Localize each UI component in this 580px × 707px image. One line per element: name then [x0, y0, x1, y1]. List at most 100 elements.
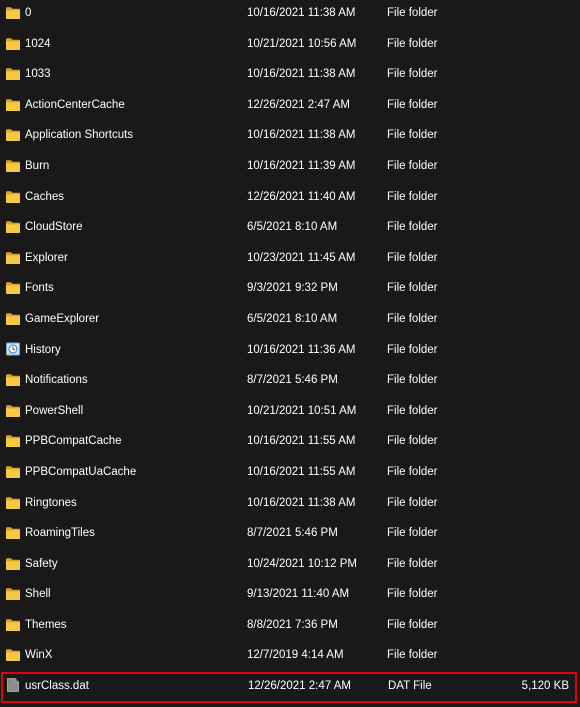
file-row[interactable]: Fonts 9/3/2021 9:32 PM File folder — [0, 274, 580, 305]
file-type: DAT File — [388, 680, 432, 693]
file-date-modified: 10/16/2021 11:38 AM — [247, 496, 356, 509]
file-date-modified: 12/26/2021 11:40 AM — [247, 190, 356, 203]
file-date-modified: 10/16/2021 11:39 AM — [247, 159, 356, 172]
file-date-modified: 10/21/2021 10:56 AM — [247, 37, 357, 50]
folder-icon — [6, 221, 20, 234]
file-type: File folder — [387, 251, 438, 264]
folder-icon — [6, 7, 20, 19]
file-list: 0 10/16/2021 11:38 AM File folder 1024 10/21… — [0, 0, 580, 703]
file-date-modified: 10/16/2021 11:38 AM — [247, 68, 356, 81]
file-row[interactable]: RoamingTiles 8/7/2021 5:46 PM File folder — [0, 519, 580, 550]
file-row[interactable]: PPBCompatUaCache 10/16/2021 11:55 AM File … — [0, 458, 580, 489]
file-name: PPBCompatCache — [25, 435, 122, 448]
file-date-modified: 10/21/2021 10:51 AM — [247, 404, 357, 417]
folder-icon — [6, 557, 20, 570]
file-date-modified: 12/26/2021 2:47 AM — [248, 680, 351, 693]
file-type: File folder — [387, 7, 438, 19]
folder-icon — [6, 313, 20, 325]
file-row[interactable]: 1024 10/21/2021 10:56 AM File folder — [0, 30, 580, 61]
file-name: GameExplorer — [25, 312, 100, 325]
folder-icon — [6, 37, 20, 50]
file-name: Ringtones — [25, 496, 77, 509]
file-name: Shell — [25, 588, 51, 601]
file-type: File folder — [387, 312, 438, 325]
file-date-modified: 12/26/2021 2:47 AM — [247, 98, 350, 111]
file-type: File folder — [387, 496, 438, 509]
file-row[interactable]: 0 10/16/2021 11:38 AM File folder — [0, 0, 580, 30]
file-name: History — [25, 343, 61, 356]
file-row[interactable]: Caches 12/26/2021 11:40 AM File folder — [0, 183, 580, 214]
file-name: Burn — [25, 159, 50, 172]
file-name: 0 — [25, 7, 32, 19]
file-type: File folder — [387, 343, 438, 356]
file-row[interactable]: Burn 10/16/2021 11:39 AM File folder — [0, 152, 580, 183]
file-type: File folder — [387, 282, 438, 295]
file-row[interactable]: PowerShell 10/21/2021 10:51 AM File folder — [0, 397, 580, 428]
file-row[interactable]: Notifications 8/7/2021 5:46 PM File folder — [0, 366, 580, 397]
file-icon — [7, 678, 21, 692]
file-row[interactable]: Themes 8/8/2021 7:36 PM File folder — [0, 611, 580, 642]
folder-icon — [6, 649, 20, 662]
file-date-modified: 12/7/2019 4:14 AM — [247, 649, 344, 662]
folder-icon — [6, 619, 20, 631]
file-date-modified: 6/5/2021 8:10 AM — [247, 312, 338, 325]
file-type: File folder — [387, 527, 438, 540]
file-row[interactable]: Explorer 10/23/2021 11:45 AM File folder — [0, 244, 580, 275]
folder-icon — [6, 160, 20, 172]
file-name: PowerShell — [25, 404, 84, 417]
file-name: CloudStore — [25, 221, 83, 234]
file-name: RoamingTiles — [25, 527, 95, 540]
file-size: 5,120 KB — [521, 680, 569, 693]
file-row-selected[interactable]: usrClass.dat 12/26/2021 2:47 AM DAT File 5,… — [1, 672, 577, 703]
file-row[interactable]: Safety 10/24/2021 10:12 PM File folder — [0, 550, 580, 581]
file-name: Application Shortcuts — [25, 129, 134, 142]
file-name: 1033 — [25, 68, 51, 81]
folder-icon — [6, 374, 20, 387]
file-row[interactable]: WinX 12/7/2019 4:14 AM File folder — [0, 641, 580, 672]
file-name: Notifications — [25, 374, 88, 387]
folder-icon — [6, 68, 20, 81]
file-type: File folder — [387, 404, 438, 417]
folder-icon — [6, 496, 20, 509]
file-type: File folder — [387, 98, 438, 111]
file-row[interactable]: ActionCenterCache 12/26/2021 2:47 AM File … — [0, 91, 580, 122]
file-date-modified: 6/5/2021 8:10 AM — [247, 221, 338, 234]
file-date-modified: 9/13/2021 11:40 AM — [247, 588, 350, 601]
folder-icon — [6, 435, 20, 448]
folder-icon — [6, 282, 20, 295]
file-date-modified: 8/7/2021 5:46 PM — [247, 374, 338, 387]
file-name: Themes — [25, 618, 67, 631]
file-row[interactable]: 1033 10/16/2021 11:38 AM File folder — [0, 60, 580, 91]
file-date-modified: 10/16/2021 11:38 AM — [247, 129, 356, 142]
file-type: File folder — [387, 465, 438, 478]
folder-icon — [6, 588, 20, 601]
file-name: usrClass.dat — [25, 680, 89, 693]
file-type: File folder — [387, 557, 438, 570]
file-type: File folder — [387, 374, 438, 387]
file-type: File folder — [387, 588, 438, 601]
folder-icon — [6, 190, 20, 203]
file-row[interactable]: History 10/16/2021 11:36 AM File folder — [0, 336, 580, 367]
file-type: File folder — [387, 221, 438, 234]
file-name: 1024 — [25, 37, 51, 50]
file-name: Explorer — [25, 251, 68, 264]
file-date-modified: 10/16/2021 11:55 AM — [247, 435, 356, 448]
file-type: File folder — [387, 435, 438, 448]
file-date-modified: 8/8/2021 7:36 PM — [247, 618, 338, 631]
file-name: Fonts — [25, 282, 54, 295]
file-name: ActionCenterCache — [25, 98, 125, 111]
file-row[interactable]: GameExplorer 6/5/2021 8:10 AM File folder — [0, 305, 580, 336]
file-name: PPBCompatUaCache — [25, 465, 137, 478]
file-type: File folder — [387, 190, 438, 203]
file-row[interactable]: Application Shortcuts 10/16/2021 11:38 AM… — [0, 121, 580, 152]
file-date-modified: 10/23/2021 11:45 AM — [247, 251, 356, 264]
file-date-modified: 10/16/2021 11:55 AM — [247, 465, 356, 478]
file-row[interactable]: Ringtones 10/16/2021 11:38 AM File folder — [0, 489, 580, 520]
file-row[interactable]: PPBCompatCache 10/16/2021 11:55 AM File fo… — [0, 427, 580, 458]
file-row[interactable]: Shell 9/13/2021 11:40 AM File folder — [0, 580, 580, 611]
file-name: WinX — [25, 649, 53, 662]
folder-icon — [6, 129, 20, 142]
file-row[interactable]: CloudStore 6/5/2021 8:10 AM File folder — [0, 213, 580, 244]
file-type: File folder — [387, 37, 438, 50]
file-date-modified: 8/7/2021 5:46 PM — [247, 527, 338, 540]
